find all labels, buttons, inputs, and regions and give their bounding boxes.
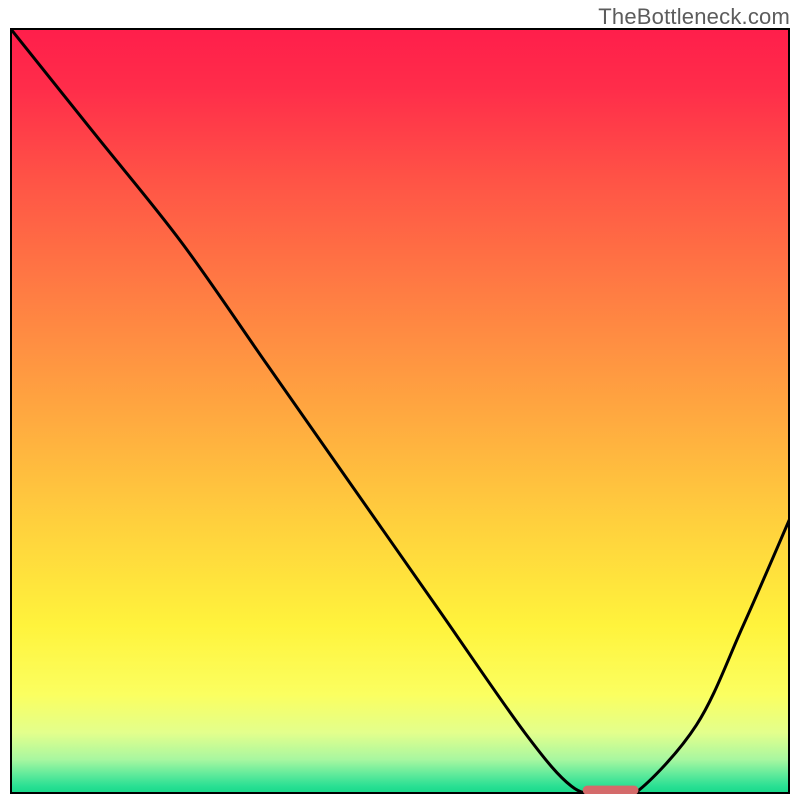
chart-canvas [10,28,790,794]
gradient-background [10,28,790,794]
bottleneck-chart [10,28,790,794]
watermark-label: TheBottleneck.com [598,4,790,30]
